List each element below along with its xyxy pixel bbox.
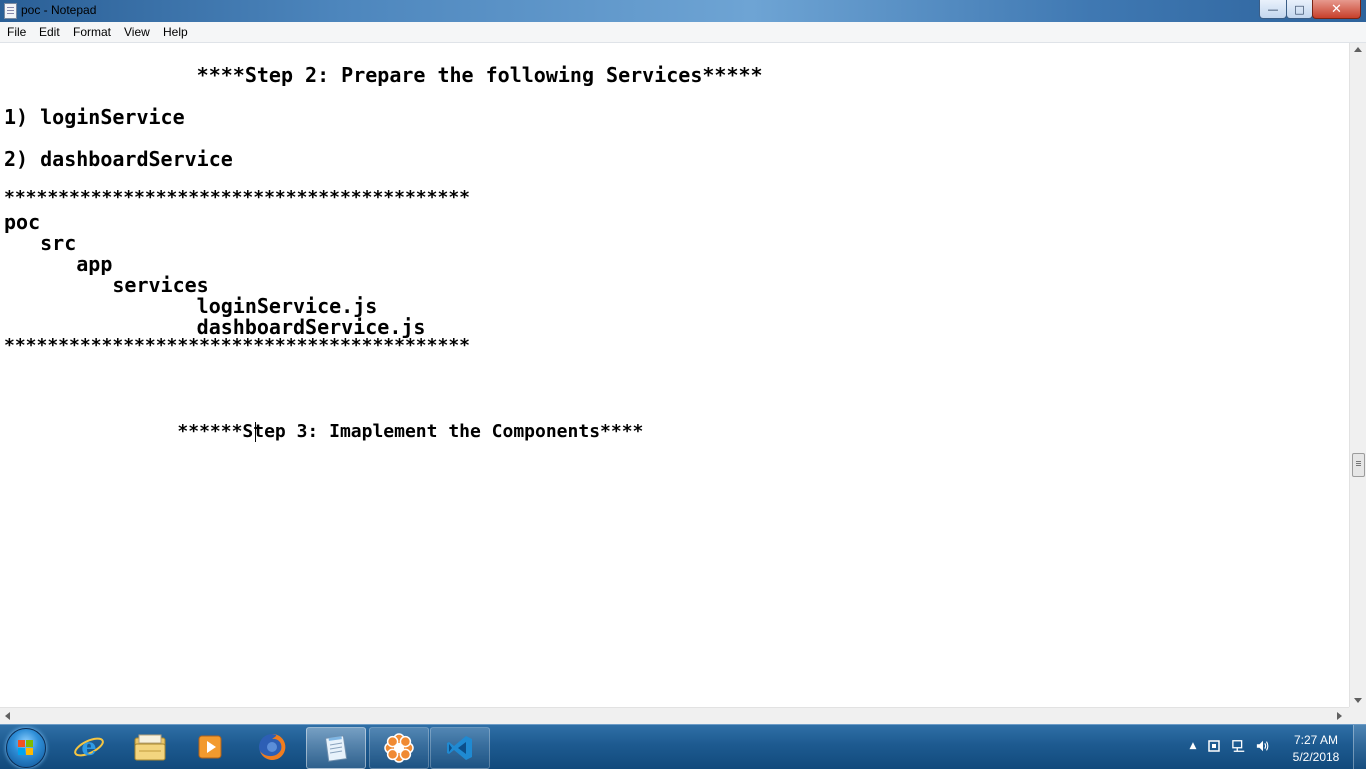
flower-app-icon bbox=[384, 733, 414, 763]
internet-explorer-icon: e bbox=[74, 732, 104, 761]
taskbar-vscode-button[interactable] bbox=[430, 727, 490, 769]
scroll-left-arrow-icon[interactable] bbox=[5, 712, 10, 720]
windows-logo-icon bbox=[18, 740, 34, 756]
menu-edit[interactable]: Edit bbox=[39, 25, 60, 39]
volume-icon[interactable] bbox=[1256, 739, 1270, 753]
menu-file[interactable]: File bbox=[7, 25, 26, 39]
taskbar-flower-app-button[interactable] bbox=[369, 727, 429, 769]
scroll-up-arrow-icon[interactable] bbox=[1354, 47, 1362, 52]
editor-line-step2-heading: ****Step 2: Prepare the following Servic… bbox=[4, 63, 763, 87]
action-center-flag-icon[interactable] bbox=[1207, 739, 1221, 753]
vscode-icon bbox=[447, 736, 472, 760]
taskbar-ie-button[interactable]: e bbox=[60, 727, 118, 767]
scrollbar-corner bbox=[1349, 707, 1366, 724]
scroll-right-arrow-icon[interactable] bbox=[1337, 712, 1342, 720]
clock-date[interactable]: 5/2/2018 bbox=[1286, 750, 1346, 764]
media-player-icon bbox=[198, 735, 222, 759]
minimize-button[interactable]: — bbox=[1259, 0, 1287, 19]
window-titlebar[interactable]: poc - Notepad — □ ✕ bbox=[0, 0, 1366, 22]
firefox-icon bbox=[259, 733, 286, 760]
notepad-window-icon[interactable] bbox=[4, 3, 17, 19]
vertical-scroll-thumb[interactable] bbox=[1352, 453, 1365, 477]
editor-line-login-service: 1) loginService bbox=[4, 105, 185, 129]
text-caret bbox=[255, 422, 256, 442]
taskbar-notepad-button[interactable] bbox=[306, 727, 366, 769]
show-hidden-icons-arrow-icon[interactable]: ▲ bbox=[1186, 739, 1200, 753]
window-title: poc - Notepad bbox=[21, 3, 97, 17]
show-desktop-button[interactable] bbox=[1353, 725, 1366, 769]
editor-line-step3-heading: ******Step 3: Imaplement the Components*… bbox=[4, 421, 644, 442]
clock-time[interactable]: 7:27 AM bbox=[1286, 733, 1346, 747]
editor-line-separator: ****************************************… bbox=[4, 335, 470, 356]
horizontal-scrollbar[interactable] bbox=[0, 707, 1349, 725]
taskbar-media-button[interactable] bbox=[181, 727, 239, 767]
notepad-icon bbox=[324, 735, 348, 762]
taskbar: e ▲ 7:27 AM 5/2/2018 bbox=[0, 724, 1366, 769]
taskbar-explorer-button[interactable] bbox=[121, 727, 179, 767]
menu-format[interactable]: Format bbox=[73, 25, 111, 39]
maximize-button[interactable]: □ bbox=[1286, 0, 1313, 19]
editor-line-separator: ****************************************… bbox=[4, 187, 470, 208]
scroll-down-arrow-icon[interactable] bbox=[1354, 698, 1362, 703]
menu-help[interactable]: Help bbox=[163, 25, 188, 39]
network-icon[interactable] bbox=[1232, 739, 1246, 753]
menu-view[interactable]: View bbox=[124, 25, 150, 39]
file-explorer-icon bbox=[134, 734, 166, 761]
taskbar-firefox-button[interactable] bbox=[243, 727, 301, 767]
start-button[interactable] bbox=[6, 728, 46, 768]
menu-bar: File Edit Format View Help bbox=[0, 22, 1366, 43]
text-editor[interactable]: ****Step 2: Prepare the following Servic… bbox=[0, 43, 1349, 707]
svg-text:e: e bbox=[81, 732, 96, 761]
editor-line-dashboard-service: 2) dashboardService bbox=[4, 147, 233, 171]
close-button[interactable]: ✕ bbox=[1312, 0, 1361, 19]
vertical-scrollbar[interactable] bbox=[1349, 43, 1366, 707]
